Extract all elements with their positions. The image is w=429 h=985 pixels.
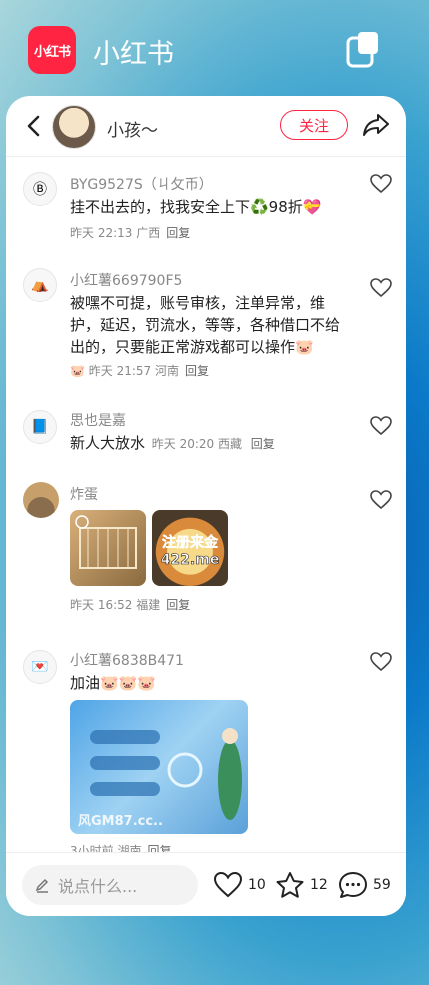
comment-count: 59	[373, 877, 391, 893]
collect-button[interactable]: 12	[275, 871, 328, 899]
pen-icon	[35, 878, 49, 893]
comment-time-location: 昨天 22:13 广西	[70, 226, 161, 240]
comment-input-placeholder: 说点什么...	[58, 877, 138, 896]
comment-image[interactable]: 风GM87.cc..	[70, 700, 248, 834]
comment-bubble-icon	[339, 872, 367, 898]
reply-button[interactable]: 回复	[147, 844, 171, 852]
commenter-name[interactable]: 思也是嘉	[70, 410, 126, 430]
commenter-avatar[interactable]: 💌	[23, 650, 57, 684]
author-name[interactable]: 小孩～	[107, 116, 158, 141]
image-watermark: 风GM87.cc..	[78, 814, 163, 829]
commenter-avatar[interactable]: 📘	[23, 410, 57, 444]
comment-time-location: 昨天 16:52 福建	[70, 598, 161, 612]
back-arrow-icon[interactable]	[22, 114, 46, 138]
window-switch-icon[interactable]	[346, 30, 380, 68]
like-heart-icon[interactable]	[370, 416, 392, 436]
like-heart-icon[interactable]	[370, 490, 392, 510]
reply-button[interactable]: 回复	[166, 226, 190, 240]
app-header: 小红书 小红书	[0, 0, 429, 96]
image-caption: 注册来金	[162, 535, 219, 552]
comment-time-location: 昨天 21:57 河南	[88, 364, 179, 378]
comment-text: 挂不出去的，找我安全上下♻️98折💝	[70, 198, 322, 216]
author-avatar[interactable]	[52, 105, 96, 149]
commenter-name[interactable]: 小红薯6838B471	[70, 650, 184, 670]
heart-icon	[213, 871, 243, 898]
emoji-icon: 🐷	[70, 364, 85, 378]
star-icon	[276, 872, 304, 898]
bottom-action-bar: 说点什么... 10 12 59	[6, 852, 406, 916]
comment-time-location: 昨天 20:20 西藏	[151, 437, 243, 451]
comment-text: 加油🐷🐷🐷	[70, 674, 157, 692]
like-heart-icon[interactable]	[370, 652, 392, 672]
comment-meta: 昨天 16:52 福建 回复	[70, 596, 190, 613]
comment-list[interactable]: Ⓑ BYG9527S（ㄐ攵币） 挂不出去的，找我安全上下♻️98折💝 昨天 22…	[6, 156, 406, 852]
comment-button[interactable]: 59	[338, 871, 391, 899]
comment-meta: 3小时前 湖南 回复	[70, 842, 171, 852]
follow-button[interactable]: 关注	[280, 110, 348, 140]
like-button[interactable]: 10	[213, 871, 266, 899]
rack-photo	[75, 515, 137, 569]
commenter-name[interactable]: BYG9527S（ㄐ攵币）	[70, 174, 213, 194]
commenter-avatar[interactable]: ⛺	[23, 268, 57, 302]
like-heart-icon[interactable]	[370, 174, 392, 194]
comment-input[interactable]: 说点什么...	[22, 865, 198, 905]
app-logo: 小红书	[28, 26, 76, 74]
comment-text: 被嘿不可提，账号审核，注单异常，维护，延迟，罚流水，等等，各种借口不给出的，只要…	[70, 294, 341, 356]
comment-text: 新人大放水 昨天 20:20 西藏 回复	[70, 432, 350, 455]
comment-meta: 昨天 22:13 广西 回复	[70, 224, 190, 241]
reply-button[interactable]: 回复	[251, 437, 275, 451]
comment-time-location: 3小时前 湖南	[70, 844, 142, 852]
comment-image[interactable]: 注册来金 422.me	[152, 510, 228, 586]
collect-count: 12	[310, 877, 328, 893]
post-topbar: 小孩～ 关注	[6, 96, 406, 157]
commenter-name[interactable]: 炸蛋	[70, 484, 98, 504]
commenter-avatar[interactable]: Ⓑ	[23, 172, 57, 206]
like-count: 10	[248, 877, 266, 893]
share-icon[interactable]	[362, 112, 390, 138]
reply-button[interactable]: 回复	[185, 364, 209, 378]
reply-button[interactable]: 回复	[166, 598, 190, 612]
comment-meta: 🐷 昨天 21:57 河南 回复	[70, 362, 209, 379]
comments-card: 小孩～ 关注 Ⓑ BYG9527S（ㄐ攵币） 挂不出去的，找我安全上下♻️98折…	[6, 96, 406, 916]
commenter-name[interactable]: 小红薯669790F5	[70, 270, 182, 290]
app-name: 小红书	[93, 39, 174, 70]
image-caption-url: 422.me	[160, 552, 220, 569]
commenter-avatar[interactable]	[23, 482, 59, 518]
like-heart-icon[interactable]	[370, 278, 392, 298]
comment-image[interactable]	[70, 510, 146, 586]
comment-body: 新人大放水	[70, 434, 146, 452]
